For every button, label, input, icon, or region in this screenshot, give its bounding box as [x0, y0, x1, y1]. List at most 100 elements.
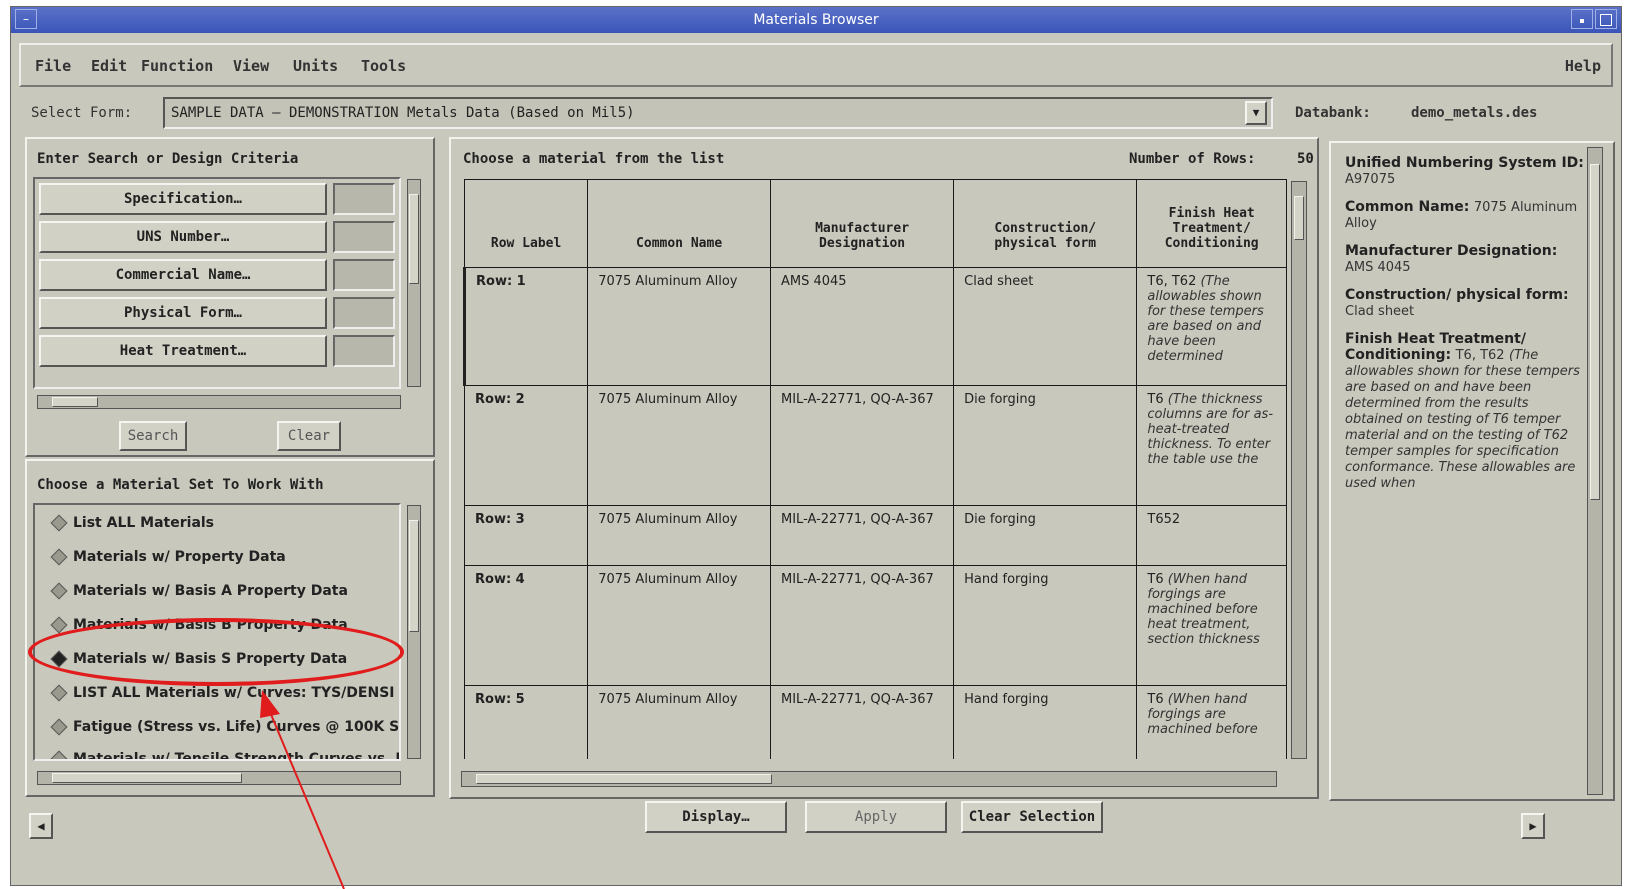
maximize-button[interactable]	[1595, 9, 1617, 29]
table-row-selected[interactable]: Row: 1 7075 Aluminum Alloy AMS 4045 Clad…	[462, 267, 1287, 386]
form-select-combo[interactable]: SAMPLE DATA — DEMONSTRATION Metals Data …	[163, 97, 1273, 129]
radio-icon	[50, 750, 68, 759]
criteria-vertical-scrollbar[interactable]	[407, 179, 421, 387]
detail-uns: Unified Numbering System ID: A97075	[1345, 155, 1585, 187]
window-menu-icon: –	[23, 12, 29, 26]
common-name-label: Common Name:	[1345, 199, 1470, 215]
treatment-cell: T6 (When hand forgings are machined befo…	[1136, 565, 1287, 686]
minimize-icon	[1580, 19, 1584, 23]
table-header-row: Row Label Common Name Manufacturer Desig…	[463, 179, 1287, 268]
scroll-right-button[interactable]: ▶	[1521, 813, 1545, 839]
minimize-button[interactable]	[1571, 9, 1593, 29]
menu-help[interactable]: Help	[1565, 57, 1601, 75]
apply-button[interactable]: Apply	[805, 801, 947, 833]
row-label-cell: Row: 1	[462, 267, 589, 386]
material-set-vertical-scrollbar[interactable]	[407, 505, 421, 759]
search-button[interactable]: Search	[119, 421, 187, 451]
physical-form-value[interactable]	[333, 297, 395, 329]
heat-treatment-button[interactable]: Heat Treatment…	[39, 335, 327, 367]
radio-icon	[50, 514, 68, 532]
criteria-vertical-thumb[interactable]	[409, 194, 419, 284]
row-count-value: 50	[1297, 151, 1314, 167]
specification-button[interactable]: Specification…	[39, 183, 327, 215]
window-menu-button[interactable]: –	[15, 9, 37, 29]
details-vertical-scrollbar[interactable]	[1587, 147, 1603, 795]
form-select-bar: Select Form: SAMPLE DATA — DEMONSTRATION…	[31, 93, 1601, 133]
row-label-cell: Row: 4	[463, 565, 589, 686]
databank-value: demo_metals.des	[1411, 105, 1538, 121]
uns-number-value[interactable]	[333, 221, 395, 253]
specification-value[interactable]	[333, 183, 395, 215]
radio-icon	[50, 718, 68, 736]
material-set-option[interactable]: Materials w/ Basis A Property Data	[50, 582, 348, 600]
column-header[interactable]: Common Name	[587, 179, 771, 268]
manufacturer-value: AMS 4045	[1345, 260, 1411, 275]
column-header[interactable]: Construction/ physical form	[953, 179, 1138, 268]
databank-label: Databank:	[1295, 105, 1371, 121]
clear-selection-button[interactable]: Clear Selection	[961, 801, 1103, 833]
table-row[interactable]: Row: 5 7075 Aluminum Alloy MIL-A-22771, …	[463, 685, 1287, 759]
details-vertical-thumb[interactable]	[1590, 164, 1600, 500]
material-set-title: Choose a Material Set To Work With	[37, 477, 324, 493]
criteria-horizontal-thumb[interactable]	[52, 397, 98, 407]
menu-tools[interactable]: Tools	[361, 57, 406, 75]
form-cell: Hand forging	[953, 565, 1138, 686]
manufacturer-cell: MIL-A-22771, QQ-A-367	[769, 505, 955, 566]
menu-units[interactable]: Units	[293, 57, 338, 75]
uns-value: A97075	[1345, 172, 1396, 187]
display-button[interactable]: Display…	[645, 801, 787, 833]
treatment-cell: T652	[1136, 505, 1287, 566]
criteria-list: Specification… UNS Number… Commercial Na…	[33, 177, 401, 389]
physical-form-button[interactable]: Physical Form…	[39, 297, 327, 329]
row-label-cell: Row: 3	[463, 505, 589, 566]
table-horizontal-scrollbar[interactable]	[461, 771, 1277, 787]
menu-edit[interactable]: Edit	[91, 57, 127, 75]
scroll-left-button[interactable]: ◀	[29, 813, 53, 839]
material-set-vertical-thumb[interactable]	[409, 520, 419, 632]
radio-icon	[50, 582, 68, 600]
manufacturer-label: Manufacturer Designation:	[1345, 243, 1558, 259]
treatment-cell: T6 (The thickness columns are for as-hea…	[1136, 385, 1287, 506]
table-row[interactable]: Row: 2 7075 Aluminum Alloy MIL-A-22771, …	[463, 385, 1287, 506]
treatment-cell: T6 (When hand forgings are machined befo…	[1136, 685, 1287, 759]
material-details-panel: Unified Numbering System ID: A97075 Comm…	[1329, 141, 1615, 801]
uns-number-button[interactable]: UNS Number…	[39, 221, 327, 253]
form-cell: Hand forging	[953, 685, 1138, 759]
table-horizontal-thumb[interactable]	[476, 774, 772, 784]
material-table: Row Label Common Name Manufacturer Desig…	[462, 179, 1287, 759]
radio-icon	[50, 684, 68, 702]
commercial-name-value[interactable]	[333, 259, 395, 291]
column-header[interactable]: Manufacturer Designation	[769, 179, 955, 268]
annotation-arrow-icon	[260, 690, 345, 889]
details-content: Unified Numbering System ID: A97075 Comm…	[1345, 155, 1585, 795]
menu-view[interactable]: View	[233, 57, 269, 75]
menu-function[interactable]: Function	[141, 57, 213, 75]
commercial-name-button[interactable]: Commercial Name…	[39, 259, 327, 291]
heat-treatment-value[interactable]	[333, 335, 395, 367]
column-header[interactable]: Row Label	[463, 179, 589, 268]
table-row[interactable]: Row: 4 7075 Aluminum Alloy MIL-A-22771, …	[463, 565, 1287, 686]
right-arrow-icon: ▶	[1529, 819, 1537, 833]
form-select-dropdown-button[interactable]: ▼	[1245, 101, 1267, 125]
radio-icon	[50, 548, 68, 566]
manufacturer-cell: AMS 4045	[769, 267, 955, 386]
form-cell: Clad sheet	[953, 267, 1138, 386]
criteria-horizontal-scrollbar[interactable]	[37, 395, 401, 409]
form-label: Construction/ physical form:	[1345, 287, 1569, 303]
table-row[interactable]: Row: 3 7075 Aluminum Alloy MIL-A-22771, …	[463, 505, 1287, 566]
material-set-option[interactable]: List ALL Materials	[50, 514, 214, 532]
form-cell: Die forging	[953, 385, 1138, 506]
window-title: Materials Browser	[753, 12, 879, 28]
material-set-option[interactable]: Materials w/ Property Data	[50, 548, 286, 566]
column-header[interactable]: Finish Heat Treatment/ Conditioning	[1136, 179, 1287, 268]
table-vertical-scrollbar[interactable]	[1291, 181, 1307, 759]
common-name-cell: 7075 Aluminum Alloy	[587, 685, 771, 759]
clear-button[interactable]: Clear	[277, 421, 341, 451]
manufacturer-cell: MIL-A-22771, QQ-A-367	[769, 685, 955, 759]
menu-file[interactable]: File	[35, 57, 71, 75]
common-name-cell: 7075 Aluminum Alloy	[587, 565, 771, 686]
highlight-ellipse	[28, 618, 404, 686]
table-vertical-thumb[interactable]	[1294, 196, 1304, 240]
form-cell: Die forging	[953, 505, 1138, 566]
material-set-horizontal-thumb[interactable]	[52, 773, 242, 783]
